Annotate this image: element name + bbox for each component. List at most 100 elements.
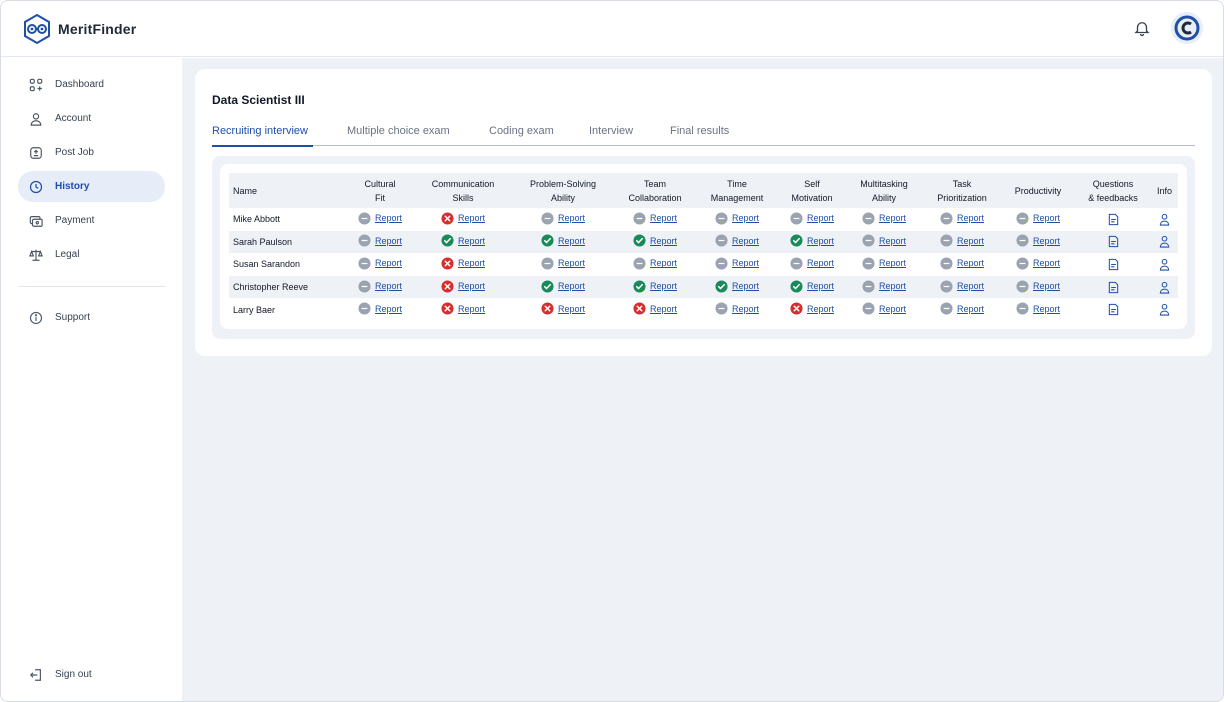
report-link[interactable]: Report: [957, 281, 984, 291]
report-link[interactable]: Report: [732, 213, 759, 223]
status-neutral-icon: [715, 257, 728, 270]
sign-out-icon: [29, 668, 41, 681]
report-link[interactable]: Report: [375, 304, 402, 314]
table-header-row: Name Cultural Fit Communication Skills Pro…: [229, 173, 1178, 208]
sidebar-item-account[interactable]: Account: [18, 103, 165, 134]
report-link[interactable]: Report: [1033, 304, 1060, 314]
user-info-icon[interactable]: [1158, 213, 1171, 226]
sign-out-button[interactable]: Sign out: [18, 659, 165, 690]
report-link[interactable]: Report: [458, 213, 485, 223]
report-link[interactable]: Report: [957, 258, 984, 268]
report-link[interactable]: Report: [807, 281, 834, 291]
sidebar-item-post-job[interactable]: Post Job: [18, 137, 165, 168]
tab-multiple-choice-exam[interactable]: Multiple choice exam: [347, 125, 450, 137]
header-line: Questions: [1092, 178, 1134, 189]
report-link[interactable]: Report: [375, 213, 402, 223]
report-link[interactable]: Report: [1033, 213, 1060, 223]
status-neutral-icon: [1016, 234, 1029, 247]
report-link[interactable]: Report: [879, 213, 906, 223]
sidebar-item-dashboard[interactable]: Dashboard: [18, 69, 165, 100]
header-line: Prioritization: [937, 192, 987, 203]
report-link[interactable]: Report: [650, 236, 677, 246]
score-cell: Report: [511, 208, 615, 231]
report-link[interactable]: Report: [807, 258, 834, 268]
score-cell: Report: [845, 208, 923, 231]
report-link[interactable]: Report: [807, 213, 834, 223]
report-link[interactable]: Report: [650, 281, 677, 291]
avatar[interactable]: [1171, 12, 1203, 44]
info-cell: [1151, 253, 1178, 276]
report-link[interactable]: Report: [879, 304, 906, 314]
status-pass-icon: [790, 234, 803, 247]
report-link[interactable]: Report: [879, 258, 906, 268]
user-info-icon[interactable]: [1158, 281, 1171, 294]
report-link[interactable]: Report: [1033, 258, 1060, 268]
tab-final-results[interactable]: Final results: [670, 125, 729, 137]
report-link[interactable]: Report: [558, 258, 585, 268]
info-cell: [1151, 298, 1178, 321]
header-line: Ability: [550, 192, 575, 203]
report-link[interactable]: Report: [375, 281, 402, 291]
tab-coding-exam[interactable]: Coding exam: [489, 125, 554, 137]
document-icon[interactable]: [1107, 213, 1120, 226]
table-panel: Name Cultural Fit Communication Skills Pro…: [220, 164, 1187, 329]
report-link[interactable]: Report: [732, 258, 759, 268]
document-icon[interactable]: [1107, 303, 1120, 316]
report-link[interactable]: Report: [1033, 281, 1060, 291]
header-line: Self: [804, 178, 820, 189]
document-icon[interactable]: [1107, 235, 1120, 248]
tab-interview[interactable]: Interview: [589, 125, 633, 137]
report-link[interactable]: Report: [375, 236, 402, 246]
report-link[interactable]: Report: [558, 281, 585, 291]
user-info-icon[interactable]: [1158, 303, 1171, 316]
report-link[interactable]: Report: [807, 304, 834, 314]
table-row: Larry Baer Report Report Report Report Report…: [229, 298, 1178, 321]
status-pass-icon: [790, 280, 803, 293]
results-table: Name Cultural Fit Communication Skills Pro…: [229, 173, 1178, 321]
report-link[interactable]: Report: [458, 281, 485, 291]
info-cell: [1151, 208, 1178, 231]
report-link[interactable]: Report: [458, 304, 485, 314]
report-link[interactable]: Report: [879, 236, 906, 246]
document-icon[interactable]: [1107, 281, 1120, 294]
report-link[interactable]: Report: [807, 236, 834, 246]
report-link[interactable]: Report: [879, 281, 906, 291]
report-link[interactable]: Report: [458, 236, 485, 246]
logo[interactable]: MeritFinder: [21, 13, 136, 45]
score-cell: Report: [615, 208, 695, 231]
score-cell: Report: [1001, 208, 1075, 231]
sidebar-item-payment[interactable]: Payment: [18, 205, 165, 236]
report-link[interactable]: Report: [458, 258, 485, 268]
report-link[interactable]: Report: [957, 236, 984, 246]
report-link[interactable]: Report: [558, 236, 585, 246]
status-neutral-icon: [1016, 280, 1029, 293]
report-link[interactable]: Report: [1033, 236, 1060, 246]
info-circle-icon: [29, 311, 43, 324]
sidebar-item-legal[interactable]: Legal: [18, 239, 165, 270]
report-link[interactable]: Report: [957, 304, 984, 314]
sidebar-item-support[interactable]: Support: [18, 302, 165, 333]
report-link[interactable]: Report: [375, 258, 402, 268]
document-icon[interactable]: [1107, 258, 1120, 271]
report-link[interactable]: Report: [957, 213, 984, 223]
score-cell: Report: [779, 230, 845, 254]
sidebar-item-history[interactable]: History: [18, 171, 165, 202]
column-header-info: Info: [1151, 173, 1178, 208]
report-link[interactable]: Report: [650, 213, 677, 223]
candidate-name: Sarah Paulson: [229, 230, 345, 254]
report-link[interactable]: Report: [732, 304, 759, 314]
candidate-name: Larry Baer: [233, 304, 276, 315]
report-link[interactable]: Report: [650, 304, 677, 314]
user-info-icon[interactable]: [1158, 258, 1171, 271]
bell-icon[interactable]: [1133, 19, 1151, 37]
score-cell: Report: [511, 253, 615, 276]
questions-cell: [1075, 208, 1151, 231]
questions-cell: [1075, 275, 1151, 299]
tab-recruiting-interview[interactable]: Recruiting interview: [212, 125, 308, 137]
user-info-icon[interactable]: [1158, 235, 1171, 248]
report-link[interactable]: Report: [732, 236, 759, 246]
report-link[interactable]: Report: [558, 213, 585, 223]
report-link[interactable]: Report: [650, 258, 677, 268]
report-link[interactable]: Report: [558, 304, 585, 314]
report-link[interactable]: Report: [732, 281, 759, 291]
